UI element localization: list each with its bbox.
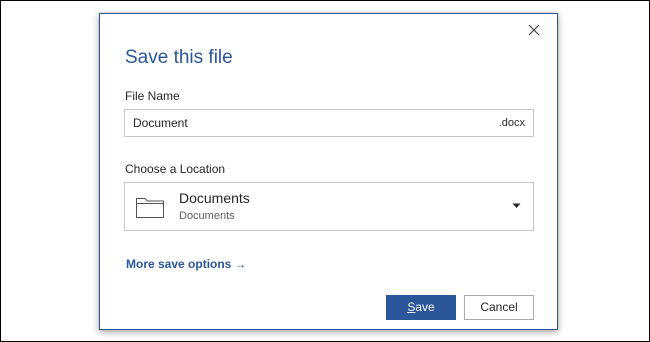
save-button[interactable]: Save — [386, 295, 456, 320]
more-save-options-link[interactable]: More save options → — [126, 257, 246, 271]
save-label: ave — [415, 300, 435, 314]
dialog-title: Save this file — [125, 47, 233, 68]
close-button[interactable] — [525, 21, 543, 39]
file-name-label: File Name — [125, 89, 180, 103]
arrow-right-icon: → — [234, 257, 247, 271]
close-icon — [525, 21, 543, 39]
location-path: Documents — [179, 210, 235, 222]
folder-icon — [135, 195, 165, 219]
cancel-button[interactable]: Cancel — [464, 295, 534, 320]
location-name: Documents — [179, 190, 250, 206]
file-extension: .docx — [498, 117, 525, 129]
file-name-field[interactable]: .docx — [124, 109, 534, 137]
screenshot-frame: Save this file File Name .docx Choose a … — [0, 0, 650, 342]
save-dialog: Save this file File Name .docx Choose a … — [99, 13, 558, 330]
file-name-input[interactable] — [133, 110, 493, 136]
location-label: Choose a Location — [125, 162, 226, 176]
more-save-options-label: More save options — [126, 257, 232, 271]
caret-down-icon — [512, 203, 521, 209]
location-dropdown[interactable]: Documents Documents — [124, 182, 534, 231]
